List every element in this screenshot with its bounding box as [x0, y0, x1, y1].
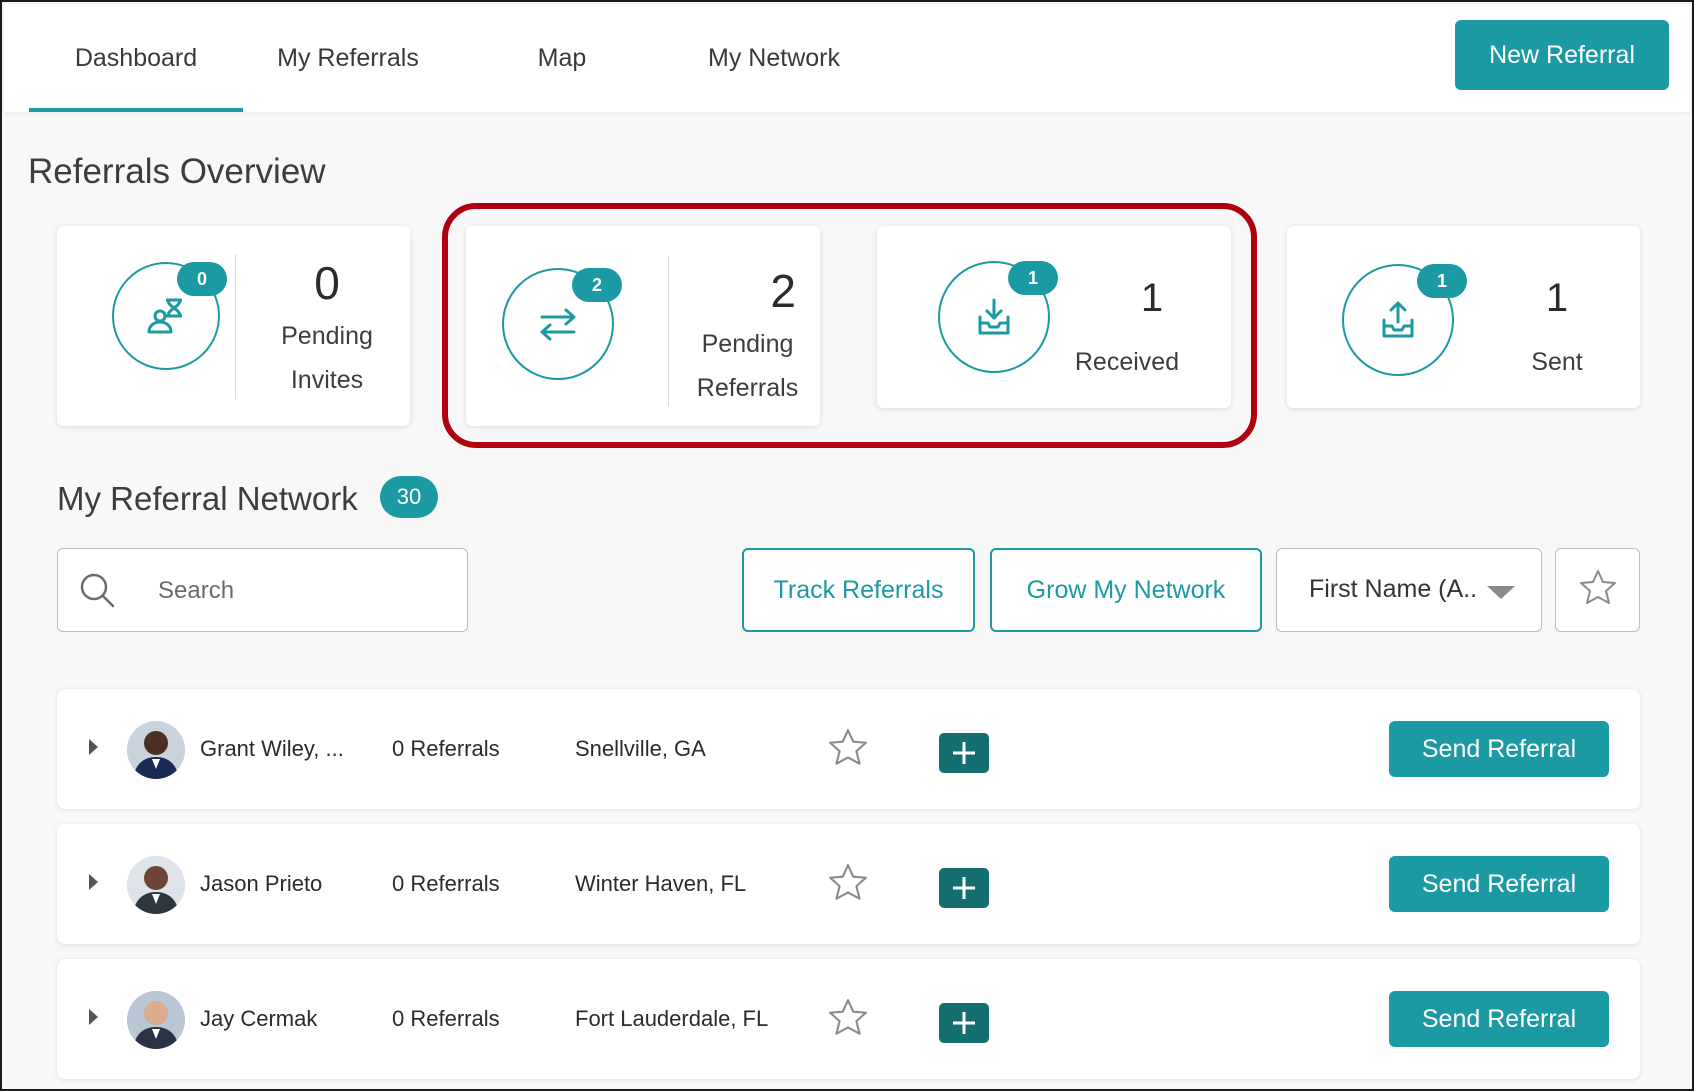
table-row[interactable]: Jay Cermak 0 Referrals Fort Lauderdale, …	[57, 959, 1640, 1079]
send-referral-button[interactable]: Send Referral	[1389, 856, 1609, 912]
annotation-highlight-box	[442, 203, 1257, 448]
tab-my-network[interactable]: My Network	[694, 4, 854, 112]
new-referral-label: New Referral	[1489, 40, 1635, 69]
sort-dropdown-value: First Name (A...	[1309, 575, 1479, 603]
star-icon	[1578, 568, 1618, 613]
tab-dashboard[interactable]: Dashboard	[29, 4, 243, 112]
stat-card-pending-invites[interactable]: 0 0 Pending Invites	[57, 226, 410, 426]
expand-caret-icon[interactable]	[89, 739, 98, 755]
top-navigation: Dashboard My Referrals Map My Network Ne…	[4, 4, 1690, 112]
referral-count: 0 Referrals	[392, 1006, 500, 1031]
contact-name[interactable]: Jay Cermak	[200, 1006, 360, 1032]
add-contact-button[interactable]	[939, 868, 989, 908]
track-referrals-button[interactable]: Track Referrals	[742, 548, 975, 632]
chevron-down-icon	[1487, 586, 1515, 599]
sent-value: 1	[1545, 276, 1569, 320]
add-contact-button[interactable]	[939, 733, 989, 773]
sent-label: Sent	[1531, 348, 1583, 376]
stat-card-sent[interactable]: 1 1 Sent	[1287, 226, 1640, 408]
plus-icon	[953, 877, 975, 899]
grow-my-network-label: Grow My Network	[1026, 575, 1226, 604]
plus-icon	[953, 742, 975, 764]
expand-caret-icon[interactable]	[89, 874, 98, 890]
sort-dropdown[interactable]: First Name (A...	[1276, 548, 1542, 632]
table-row[interactable]: Jason Prieto 0 Referrals Winter Haven, F…	[57, 824, 1640, 944]
table-row[interactable]: Grant Wiley, ... 0 Referrals Snellville,…	[57, 689, 1640, 809]
referral-count: 0 Referrals	[392, 871, 500, 896]
avatar	[127, 721, 185, 779]
tab-map[interactable]: Map	[514, 4, 610, 112]
tab-my-network-label: My Network	[708, 43, 840, 72]
favorite-star-icon[interactable]	[827, 997, 869, 1044]
network-title: My Referral Network	[57, 480, 358, 517]
send-referral-button[interactable]: Send Referral	[1389, 721, 1609, 777]
contact-name[interactable]: Grant Wiley, ...	[200, 736, 360, 762]
avatar	[127, 991, 185, 1049]
contact-location: Snellville, GA	[575, 736, 706, 761]
sent-badge: 1	[1417, 264, 1467, 298]
tab-map-label: Map	[537, 43, 587, 72]
track-referrals-label: Track Referrals	[773, 575, 944, 604]
tab-my-referrals-label: My Referrals	[277, 43, 419, 72]
card-divider	[235, 254, 236, 399]
favorite-star-icon[interactable]	[827, 727, 869, 774]
favorites-filter-button[interactable]	[1555, 548, 1640, 632]
overview-title: Referrals Overview	[28, 152, 326, 191]
contact-name[interactable]: Jason Prieto	[200, 871, 360, 897]
favorite-star-icon[interactable]	[827, 862, 869, 909]
new-referral-button[interactable]: New Referral	[1455, 20, 1669, 90]
pending-invites-badge: 0	[177, 262, 227, 296]
pending-invites-label: Pending Invites	[257, 314, 397, 402]
network-count-badge: 30	[380, 476, 438, 518]
search-icon	[78, 571, 118, 616]
referral-count: 0 Referrals	[392, 736, 500, 761]
pending-invites-label-line2: Invites	[290, 366, 364, 394]
contact-location: Winter Haven, FL	[575, 871, 747, 896]
search-box[interactable]	[57, 548, 468, 632]
pending-invites-value: 0	[314, 257, 340, 309]
add-contact-button[interactable]	[939, 1003, 989, 1043]
plus-icon	[953, 1012, 975, 1034]
contact-location: Fort Lauderdale, FL	[575, 1006, 769, 1031]
search-input[interactable]	[158, 569, 448, 613]
pending-invites-label-line1: Pending	[281, 322, 373, 350]
tab-my-referrals[interactable]: My Referrals	[262, 4, 434, 112]
avatar	[127, 856, 185, 914]
send-referral-button[interactable]: Send Referral	[1389, 991, 1609, 1047]
tab-dashboard-label: Dashboard	[74, 43, 198, 72]
grow-my-network-button[interactable]: Grow My Network	[990, 548, 1262, 632]
expand-caret-icon[interactable]	[89, 1009, 98, 1025]
app-window: Dashboard My Referrals Map My Network Ne…	[0, 0, 1694, 1091]
